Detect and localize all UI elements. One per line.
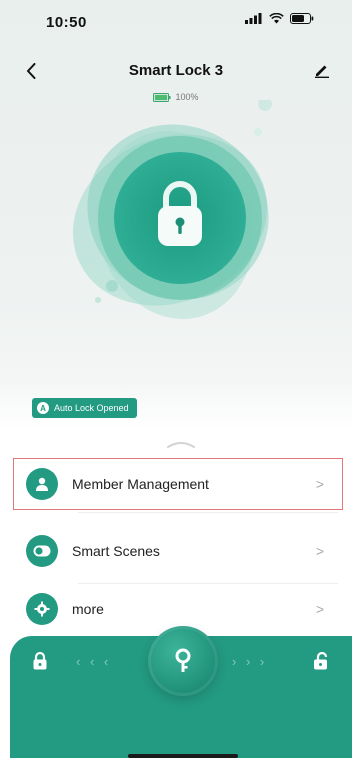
menu-item-smart-scenes[interactable]: Smart Scenes > [14,526,342,576]
unlock-button[interactable] [312,651,330,675]
menu-divider [78,512,338,513]
battery-status-icon [290,13,314,24]
status-icons [245,13,314,24]
auto-lock-badge: A Auto Lock Opened [32,398,137,418]
slide-right-arrows: › › › [232,654,268,669]
lock-open-icon [314,651,328,670]
decor-bubble [258,100,272,111]
person-icon [26,468,58,500]
wifi-icon [269,13,284,24]
toggle-icon [26,535,58,567]
chevron-right-icon: > [315,543,324,559]
status-bar: 10:50 [0,0,352,40]
pencil-icon [315,65,329,78]
gear-icon [26,593,58,625]
unlock-control-panel: ‹ ‹ ‹ › › › [10,626,352,758]
chevron-right-icon: > [315,601,324,617]
lock-button[interactable] [32,651,48,675]
auto-lock-text: Auto Lock Opened [54,403,129,413]
home-indicator [128,754,238,758]
decor-bubble [95,297,101,303]
edit-button[interactable] [314,62,332,80]
sheet-handle[interactable] [166,440,196,448]
unlock-slider-knob[interactable] [148,626,218,696]
status-time: 10:50 [46,14,87,31]
key-icon [175,648,191,672]
chevron-right-icon: > [315,476,324,492]
menu-item-member-management[interactable]: Member Management > [13,458,343,510]
menu-item-label: Member Management [72,476,209,492]
lock-status-graphic [72,100,272,319]
lock-closed-icon [33,651,47,670]
slide-left-arrows: ‹ ‹ ‹ [76,654,112,669]
page-title: Smart Lock 3 [128,62,224,79]
auto-lock-icon: A [37,402,49,414]
signal-icon [245,13,262,24]
top-bar: Smart Lock 3 [0,52,352,92]
lock-detail-screen: 10:50 Smart Lock 3 100% A Auto Lock Open… [0,0,352,758]
decor-bubble [254,128,262,136]
menu-item-label: more [72,601,104,617]
menu-item-label: Smart Scenes [72,543,160,559]
